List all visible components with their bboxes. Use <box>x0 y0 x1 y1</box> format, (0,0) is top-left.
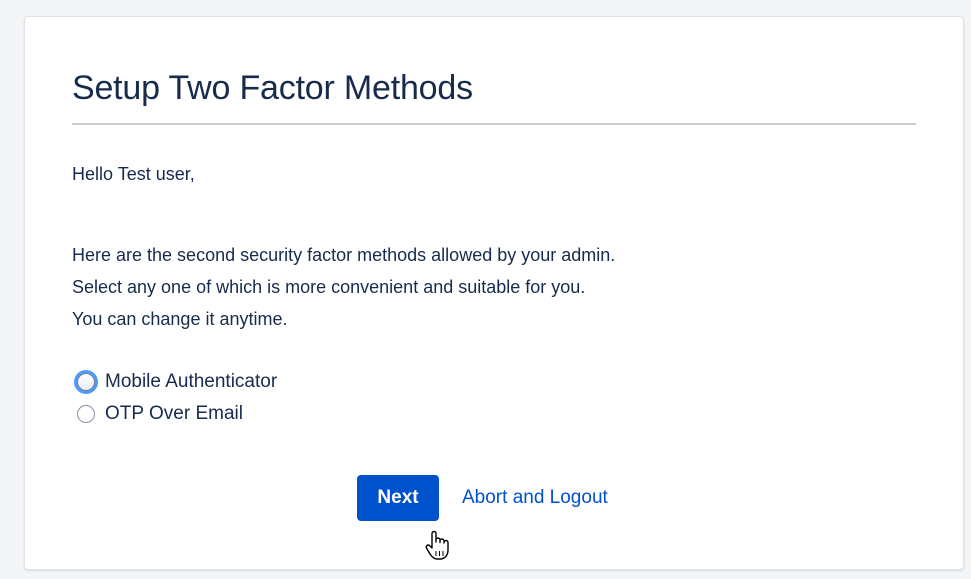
option-label: OTP Over Email <box>105 403 243 424</box>
radio-mobile-authenticator[interactable] <box>77 373 95 391</box>
title-divider <box>72 123 916 125</box>
method-options: Mobile Authenticator OTP Over Email <box>77 366 277 430</box>
description-text: Here are the second security factor meth… <box>72 239 615 335</box>
option-otp-over-email[interactable]: OTP Over Email <box>77 398 277 430</box>
next-button[interactable]: Next <box>357 475 439 521</box>
option-mobile-authenticator[interactable]: Mobile Authenticator <box>77 366 277 398</box>
greeting-text: Hello Test user, <box>72 164 195 184</box>
description-line: Select any one of which is more convenie… <box>72 277 586 297</box>
description-line: Here are the second security factor meth… <box>72 245 616 265</box>
option-label: Mobile Authenticator <box>105 371 278 392</box>
page-title: Setup Two Factor Methods <box>72 69 473 107</box>
description-line: You can change it anytime. <box>72 309 288 329</box>
setup-card: Setup Two Factor Methods Hello Test user… <box>24 16 964 570</box>
hand-pointer-icon <box>424 529 450 561</box>
abort-and-logout-link[interactable]: Abort and Logout <box>462 487 608 509</box>
radio-otp-over-email[interactable] <box>77 405 95 423</box>
